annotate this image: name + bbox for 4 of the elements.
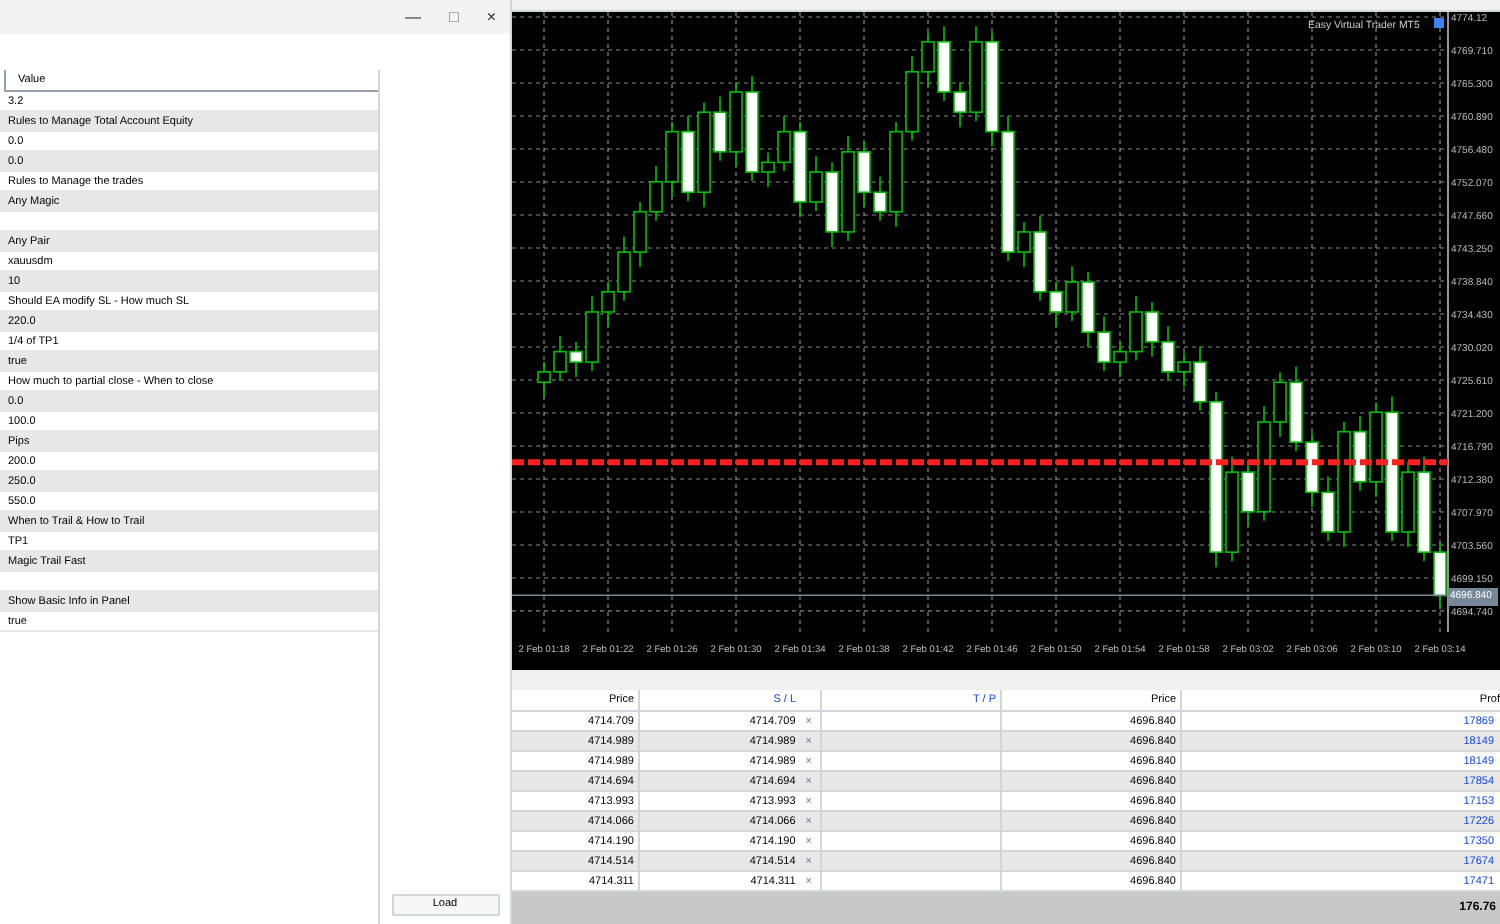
close-button[interactable]: × bbox=[484, 7, 498, 27]
minimize-button[interactable]: — bbox=[402, 7, 423, 27]
maximize-button[interactable]: □ bbox=[446, 7, 461, 27]
indicator-icon bbox=[1434, 18, 1444, 28]
